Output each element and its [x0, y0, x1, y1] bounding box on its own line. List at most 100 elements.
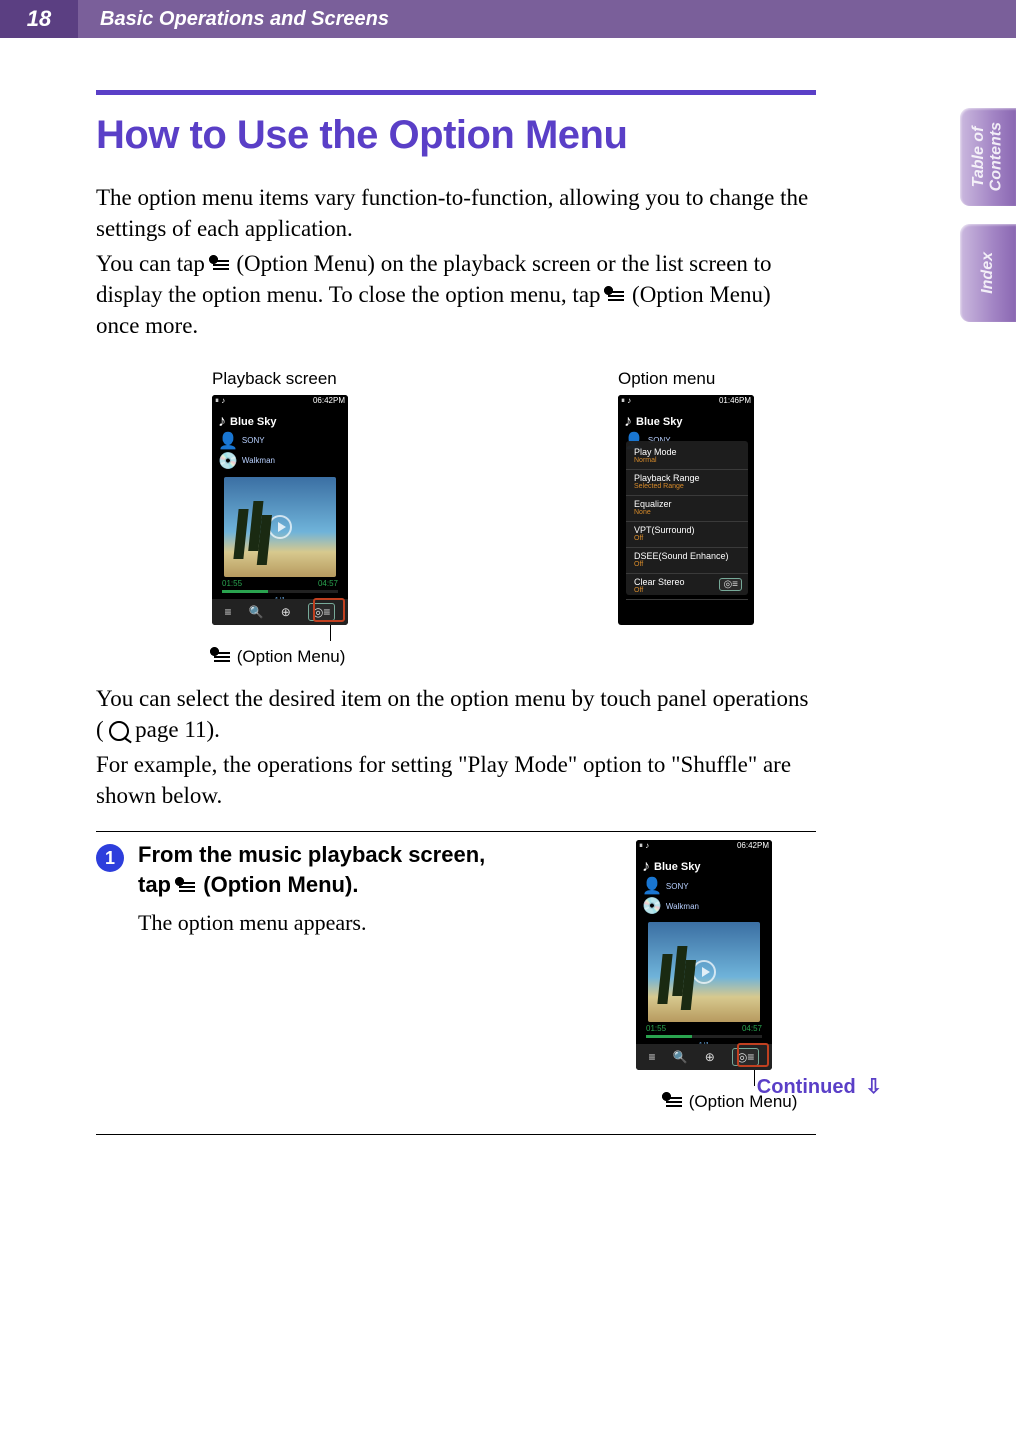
page-header: 18 Basic Operations and Screens [0, 0, 1016, 38]
divider [96, 1134, 816, 1135]
step-text-column: From the music playback screen, tap + (O… [138, 840, 508, 935]
option-menu-button[interactable]: ◎≡ [308, 603, 335, 621]
playback-screenshot: ⏸ ♪ 06:42PM ♪ Blue Sky 👤 SONY 💿 Walkman … [212, 395, 348, 625]
mid-paragraph-1: You can select the desired item on the o… [96, 683, 816, 745]
option-name: Equalizer [634, 499, 740, 509]
time-total: 04:57 [318, 579, 338, 588]
globe-icon: ⊕ [705, 1050, 715, 1064]
option-value: Off [634, 535, 740, 542]
option-name: Playback Range [634, 473, 740, 483]
option-value: Off [634, 561, 740, 568]
option-item[interactable]: DSEE(Sound Enhance)Off [626, 548, 748, 574]
option-menu-icon: + [606, 289, 626, 303]
song-album: Walkman [242, 456, 275, 466]
bottom-bar: ≡ 🔍 ⊕ ◎≡ [636, 1044, 772, 1070]
option-menu-icon: + [664, 1095, 684, 1109]
search-icon: 🔍 [249, 605, 264, 619]
play-icon [268, 515, 292, 539]
sidetab-table-of-contents[interactable]: Table of Contents [960, 108, 1016, 206]
option-value: None [634, 509, 740, 516]
playback-screenshot-column: Playback screen ⏸ ♪ 06:42PM ♪ Blue Sky 👤… [212, 369, 382, 667]
step-body: The option menu appears. [138, 910, 508, 936]
option-menu-screenshot: ⏸ ♪ 01:46PM ♪ Blue Sky 👤 SONY Play ModeN… [618, 395, 754, 625]
page-ref-icon [109, 721, 129, 741]
song-title: Blue Sky [230, 416, 276, 428]
mid-text-block: You can select the desired item on the o… [96, 683, 816, 811]
bottom-bar: ≡ 🔍 ⊕ ◎≡ [212, 599, 348, 625]
continued-label: Continued ⇩ [757, 1074, 882, 1099]
text-run: Continued [757, 1076, 856, 1098]
time-elapsed: 01:55 [222, 579, 242, 588]
mid-paragraph-2: For example, the operations for setting … [96, 749, 816, 811]
status-right: 06:42PM [313, 396, 345, 408]
screenshots-row: Playback screen ⏸ ♪ 06:42PM ♪ Blue Sky 👤… [212, 369, 816, 667]
option-list: Play ModeNormal Playback RangeSelected R… [626, 441, 748, 595]
option-menu-icon: + [212, 650, 232, 664]
section-title: Basic Operations and Screens [100, 8, 389, 31]
artist-icon: 👤 [642, 876, 662, 896]
content-column: How to Use the Option Menu The option me… [96, 90, 816, 1135]
progress-bar [646, 1035, 762, 1038]
callout-pointer-line [754, 1070, 755, 1086]
page-number: 18 [0, 0, 78, 38]
album-icon: 💿 [218, 451, 238, 471]
progress-bar [222, 590, 338, 593]
step-number-badge: 1 [96, 844, 124, 872]
song-artist: SONY [242, 436, 265, 446]
option-item[interactable]: VPT(Surround)Off [626, 522, 748, 548]
option-name: VPT(Surround) [634, 525, 740, 535]
album-icon: 💿 [642, 896, 662, 916]
song-album: Walkman [666, 902, 699, 912]
option-item[interactable]: EqualizerNone [626, 496, 748, 522]
option-item[interactable]: Playback RangeSelected Range [626, 470, 748, 496]
option-name: Play Mode [634, 447, 740, 457]
option-menu-icon: + [211, 258, 231, 272]
music-note-icon: ♪ [624, 413, 632, 431]
text-run: page 11). [135, 717, 220, 742]
list-icon: ≡ [649, 1050, 656, 1064]
time-elapsed: 01:55 [646, 1024, 666, 1033]
callout-pointer-line [330, 625, 331, 641]
status-right: 01:46PM [719, 396, 751, 408]
option-menu-button[interactable]: ◎≡ [732, 1048, 759, 1066]
intro-paragraph-2: You can tap + (Option Menu) on the playb… [96, 248, 816, 341]
status-left: ⏸ ♪ [215, 396, 225, 408]
caption-option-menu: Option menu [618, 369, 788, 389]
step-1-row: 1 From the music playback screen, tap + … [96, 840, 816, 1112]
status-left: ⏸ ♪ [639, 841, 649, 853]
option-menu-screenshot-column: Option menu ⏸ ♪ 01:46PM ♪ Blue Sky 👤 SON… [618, 369, 788, 667]
song-artist: SONY [666, 882, 689, 892]
option-menu-button[interactable]: ◎≡ [719, 578, 742, 591]
option-menu-icon: + [177, 880, 197, 894]
status-right: 06:42PM [737, 841, 769, 853]
artist-icon: 👤 [218, 431, 238, 451]
text-run: You can tap [96, 251, 211, 276]
globe-icon: ⊕ [281, 605, 291, 619]
music-note-icon: ♪ [642, 858, 650, 876]
option-value: Normal [634, 457, 740, 464]
text-run: (Option Menu). [203, 872, 358, 897]
option-item[interactable]: Play ModeNormal [626, 444, 748, 470]
down-arrow-icon: ⇩ [865, 1074, 882, 1099]
sidetab-label: Index [979, 252, 997, 294]
play-icon [692, 960, 716, 984]
caption-playback: Playback screen [212, 369, 382, 389]
step-heading: From the music playback screen, tap + (O… [138, 840, 508, 899]
intro-paragraph-1: The option menu items vary function-to-f… [96, 182, 816, 244]
song-title: Blue Sky [654, 861, 700, 873]
heading-rule [96, 90, 816, 95]
music-note-icon: ♪ [218, 413, 226, 431]
status-left: ⏸ ♪ [621, 396, 631, 408]
playback-screenshot: ⏸ ♪ 06:42PM ♪ Blue Sky 👤 SONY 💿 Walkman … [636, 840, 772, 1070]
sidetab-index[interactable]: Index [960, 224, 1016, 322]
option-value: Selected Range [634, 483, 740, 490]
sidetab-label: Table of Contents [970, 122, 1005, 191]
time-total: 04:57 [742, 1024, 762, 1033]
song-title: Blue Sky [636, 416, 682, 428]
text-run: (Option Menu) [237, 647, 346, 666]
divider [96, 831, 816, 832]
om-callout-label: + (Option Menu) [212, 647, 382, 667]
list-icon: ≡ [225, 605, 232, 619]
album-art [648, 922, 760, 1022]
step-screenshot-column: ⏸ ♪ 06:42PM ♪ Blue Sky 👤 SONY 💿 Walkman … [636, 840, 816, 1112]
